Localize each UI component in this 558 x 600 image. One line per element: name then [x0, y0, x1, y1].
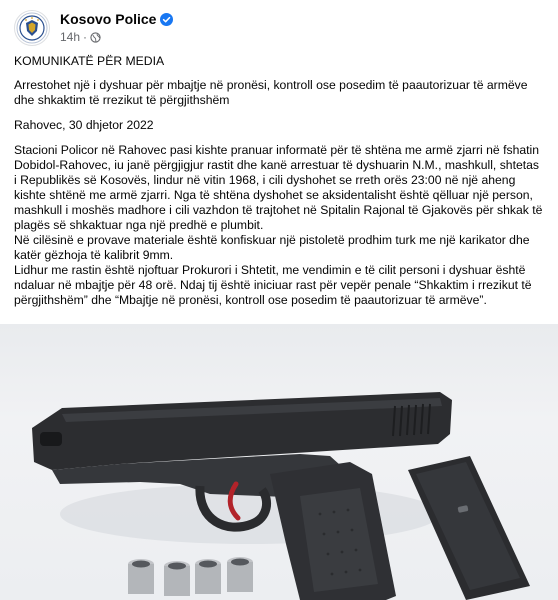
police-emblem-icon: [16, 12, 48, 44]
meta-separator: ·: [83, 30, 88, 44]
paragraph-3: Lidhur me rastin është njoftuar Prokuror…: [14, 263, 532, 307]
paragraph-1: Stacioni Policor në Rahovec pasi kishte …: [14, 143, 543, 232]
pistol-photo: [32, 392, 530, 600]
facebook-post: Kosovo Police 14h · KOMUNIKATË PËR MEDIA…: [0, 0, 558, 600]
post-time[interactable]: 14h: [60, 30, 80, 44]
headline: Arrestohet një i dyshuar për mbajtje në …: [14, 78, 528, 107]
post-photo[interactable]: [0, 324, 558, 600]
post-text: KOMUNIKATË PËR MEDIA Arrestohet një i dy…: [14, 54, 544, 308]
post-meta: 14h ·: [60, 30, 101, 44]
verified-badge-icon: [160, 12, 174, 26]
globe-icon[interactable]: [90, 31, 101, 43]
post-header: Kosovo Police 14h ·: [14, 10, 544, 46]
dateline: Rahovec, 30 dhjetor 2022: [14, 118, 154, 132]
press-release-header: KOMUNIKATË PËR MEDIA: [14, 54, 165, 68]
avatar[interactable]: [14, 10, 50, 46]
author-link[interactable]: Kosovo Police: [60, 11, 174, 27]
cartridge-casings: [128, 557, 253, 596]
paragraph-2: Në cilësinë e provave materiale është ko…: [14, 233, 530, 262]
author-name[interactable]: Kosovo Police: [60, 11, 156, 27]
